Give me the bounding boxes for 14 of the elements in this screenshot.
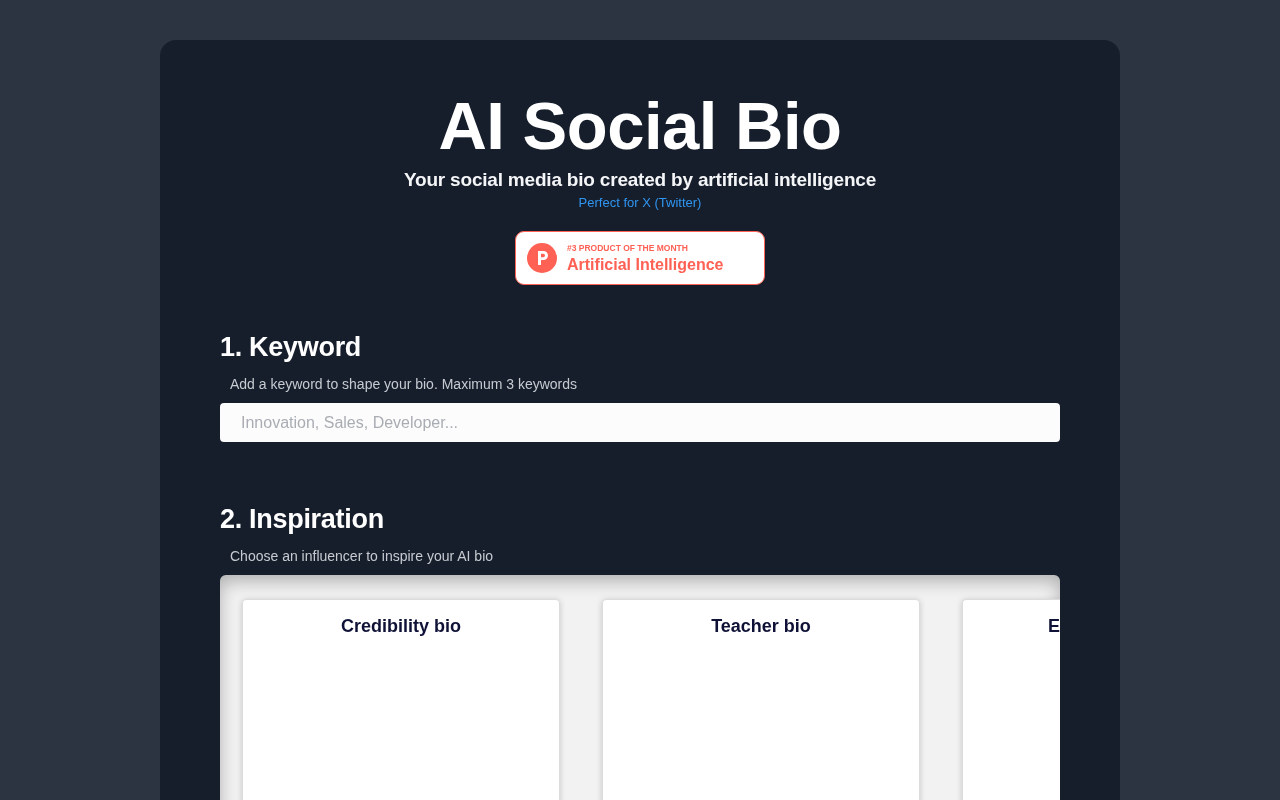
badge-category: Artificial Intelligence xyxy=(567,254,724,274)
keyword-input[interactable]: Innovation, Sales, Developer... xyxy=(220,403,1060,442)
section-hint: Add a keyword to shape your bio. Maximum 3 keywords xyxy=(230,375,578,393)
circle-logo-icon xyxy=(527,243,557,273)
inspiration-card[interactable]: E xyxy=(962,599,1060,800)
badge-rank: #3 PRODUCT OF THE MONTH xyxy=(567,242,689,254)
subtitle: Your social media bio created by artificial intelligence xyxy=(403,168,877,192)
section-hint: Choose an influencer to inspire your AI bio xyxy=(230,547,494,565)
inspiration-card[interactable]: Teacher bio xyxy=(602,599,920,800)
tagline: Perfect for X (Twitter) xyxy=(578,194,702,212)
section-heading: 2. Inspiration xyxy=(220,503,384,536)
page-title: AI Social Bio xyxy=(438,87,842,165)
inspiration-card[interactable]: Credibility bio xyxy=(242,599,560,800)
section-heading: 1. Keyword xyxy=(220,331,362,364)
